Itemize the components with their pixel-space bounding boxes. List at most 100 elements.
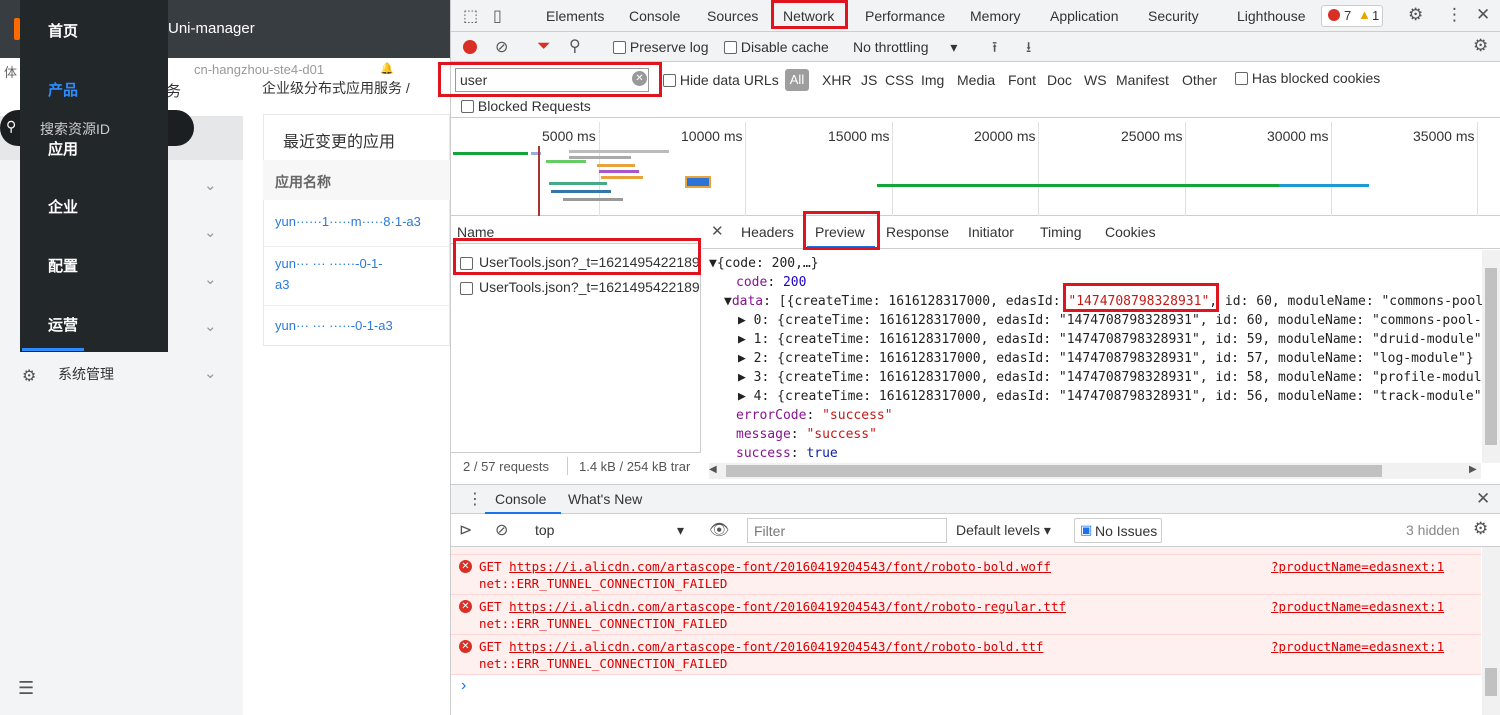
close-detail-icon[interactable]: ✕ [711,222,724,240]
collapse-sidebar-icon[interactable]: ☰ [18,678,34,699]
scrollbar-thumb[interactable] [1485,268,1497,445]
json-item[interactable]: ▶ 2: {createTime: 1616128317000, edasId:… [738,351,1474,366]
scrollbar-thumb[interactable] [1485,668,1497,696]
scrollbar-thumb[interactable] [726,465,1382,477]
tab-security[interactable]: Security [1148,8,1199,24]
json-success: success: true [736,446,838,461]
app-link[interactable]: yun··· ··· ·····-0-1-a3 [275,318,393,333]
menu-search-input[interactable]: 搜索资源ID [40,119,110,139]
app-link-wrap[interactable]: a3 [275,277,289,292]
blocked-requests-checkbox[interactable]: Blocked Requests [461,98,591,114]
record-icon[interactable] [463,40,477,54]
filter-type-ws[interactable]: WS [1084,72,1107,88]
log-levels-select[interactable]: Default levels ▾ [956,522,1051,539]
tab-memory[interactable]: Memory [970,8,1021,24]
chevron-down-icon[interactable]: ⌄ [204,176,217,194]
json-item[interactable]: ▶ 1: {createTime: 1616128317000, edasId:… [738,332,1489,347]
filter-type-font[interactable]: Font [1008,72,1036,88]
network-settings-icon[interactable]: ⚙ [1473,36,1488,56]
filter-type-media[interactable]: Media [957,72,995,88]
tab-elements[interactable]: Elements [546,8,604,24]
hide-data-urls-checkbox[interactable]: Hide data URLs [663,72,779,88]
tab-cookies[interactable]: Cookies [1105,224,1156,240]
breadcrumb[interactable]: 企业级分布式应用服务 / [262,78,410,98]
scroll-left-icon[interactable]: ◀ [709,464,717,475]
issues-badge[interactable]: 7 ▲ 1 [1321,5,1383,27]
tab-response[interactable]: Response [886,224,949,240]
chevron-down-icon[interactable]: ⌄ [204,317,217,335]
close-drawer-icon[interactable]: ✕ [1476,489,1490,509]
tab-performance[interactable]: Performance [865,8,945,24]
error-source-link[interactable]: ?productName=edasnext:1 [1271,559,1444,574]
drawer-menu-icon[interactable]: ⋮ [467,489,483,509]
import-har-icon[interactable]: ⭱ [992,37,997,62]
tab-sources[interactable]: Sources [707,8,758,24]
filter-type-doc[interactable]: Doc [1047,72,1072,88]
tab-application[interactable]: Application [1050,8,1119,24]
region-selector[interactable]: cn-hangzhou-ste4-d01 [194,62,324,77]
filter-type-img[interactable]: Img [921,72,944,88]
filter-type-js[interactable]: JS [861,72,877,88]
tab-lighthouse[interactable]: Lighthouse [1237,8,1306,24]
settings-gear-icon[interactable]: ⚙ [1408,5,1423,25]
error-source-link[interactable]: ?productName=edasnext:1 [1271,599,1444,614]
menu-item-config[interactable]: 配置 [48,255,78,276]
grid-line [1331,122,1332,216]
clear-icon[interactable]: ⊘ [495,37,508,57]
menu-item-enterprise[interactable]: 企业 [48,196,78,217]
request-checkbox[interactable] [460,280,473,296]
menu-item-ops[interactable]: 运营 [48,314,78,335]
sidebar-toggle-icon[interactable]: ⊳ [459,520,472,540]
has-blocked-cookies-checkbox[interactable]: Has blocked cookies [1235,70,1380,86]
filter-type-other[interactable]: Other [1182,72,1217,88]
throttling-select[interactable]: No throttling ▾ [853,39,957,56]
disable-cache-checkbox[interactable]: Disable cache [724,39,829,55]
json-root[interactable]: ▼{code: 200,…} [709,256,819,271]
sidebar-item-system[interactable]: 系统管理 [58,364,114,384]
error-url[interactable]: https://i.alicdn.com/artascope-font/2016… [509,599,1066,614]
menu-item-product[interactable]: 产品 [48,79,78,100]
highlight-network-tab [771,0,848,29]
menu-item-app[interactable]: 应用 [48,138,78,159]
json-item[interactable]: ▶ 0: {createTime: 1616128317000, edasId:… [738,313,1497,328]
app-link[interactable]: yun··· ··· ······-0-1- [275,256,383,271]
drawer-tab-console[interactable]: Console [495,491,546,507]
console-settings-icon[interactable]: ⚙ [1473,519,1488,539]
clear-console-icon[interactable]: ⊘ [495,520,508,540]
close-devtools-icon[interactable]: ✕ [1476,5,1490,25]
tab-timing[interactable]: Timing [1040,224,1082,240]
filter-type-xhr[interactable]: XHR [822,72,852,88]
tab-headers[interactable]: Headers [741,224,794,240]
error-url[interactable]: https://i.alicdn.com/artascope-font/2016… [509,639,1043,654]
tab-initiator[interactable]: Initiator [968,224,1014,240]
filter-type-all[interactable]: All [785,69,809,91]
more-options-icon[interactable]: ⋮ [1446,5,1463,25]
error-url[interactable]: https://i.alicdn.com/artascope-font/2016… [509,559,1051,574]
search-icon[interactable]: ⚲ [569,36,581,56]
inspect-icon[interactable]: ⬚ [463,6,478,26]
json-item[interactable]: ▶ 3: {createTime: 1616128317000, edasId:… [738,370,1497,385]
chevron-down-icon[interactable]: ⌄ [204,223,217,241]
error-source-link[interactable]: ?productName=edasnext:1 [1271,639,1444,654]
filter-type-css[interactable]: CSS [885,72,914,88]
console-prompt[interactable]: › [461,677,466,695]
app-link[interactable]: yun······1·····m·····8·1-a3 [275,214,421,229]
chevron-down-icon[interactable]: ⌄ [204,270,217,288]
eye-icon[interactable]: 👁 [709,520,729,540]
scroll-right-icon[interactable]: ▶ [1469,464,1477,475]
menu-item-home[interactable]: 首页 [48,20,78,41]
preserve-log-checkbox[interactable]: Preserve log [613,39,708,55]
context-select[interactable]: top ▾ [535,522,684,538]
filter-type-manifest[interactable]: Manifest [1116,72,1169,88]
drawer-tab-whats-new[interactable]: What's New [568,491,642,507]
issues-button[interactable]: ▣ No Issues [1074,518,1162,543]
device-toggle-icon[interactable]: ▯ [493,6,502,26]
console-filter-input[interactable]: Filter [747,518,947,543]
chevron-down-icon[interactable]: ⌄ [204,364,217,382]
filter-icon[interactable]: ⏷ [537,36,551,56]
tab-console[interactable]: Console [629,8,680,24]
bell-icon[interactable]: 🔔 [380,62,394,75]
json-item[interactable]: ▶ 4: {createTime: 1616128317000, edasId:… [738,389,1489,404]
export-har-icon[interactable]: ⭳ [1026,37,1031,62]
request-row[interactable]: UserTools.json?_t=1621495422189 [479,279,700,295]
